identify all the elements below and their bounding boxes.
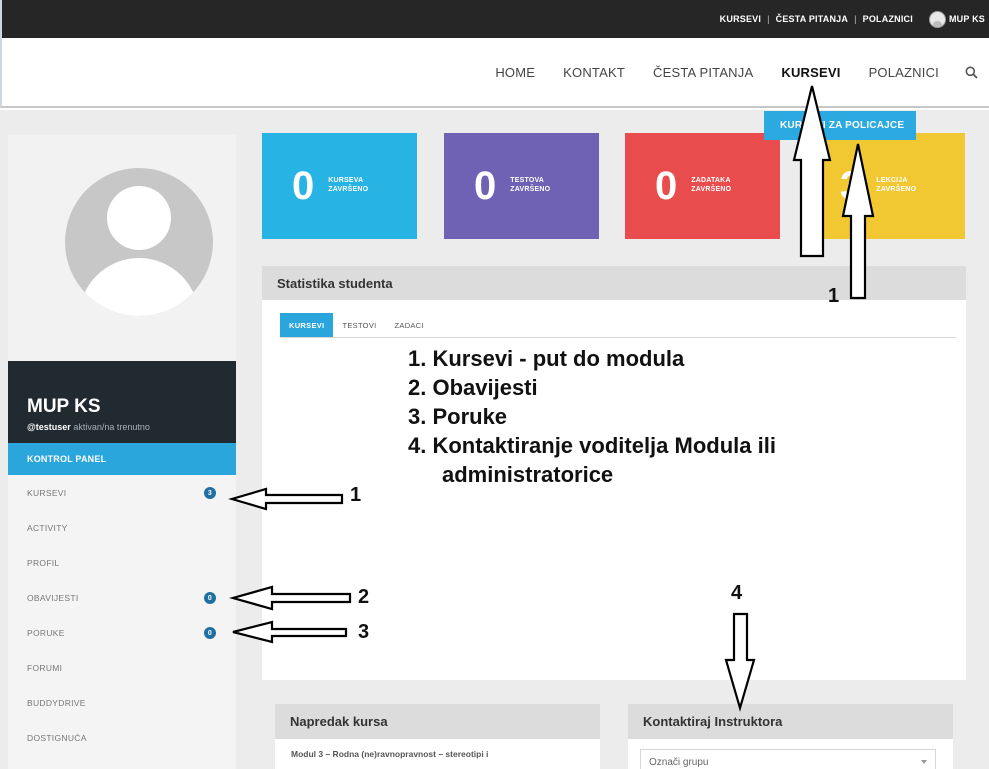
nav-cesta-pitanja[interactable]: ČESTA PITANJA xyxy=(639,65,767,80)
nav-kursevi[interactable]: KURSEVI xyxy=(767,65,854,80)
sidebar-item-poruke[interactable]: PORUKE 0 xyxy=(8,615,236,650)
legend-line: administratorice xyxy=(442,462,614,487)
progress-panel-title: Napredak kursa xyxy=(275,704,600,739)
tab-zadaci[interactable]: ZADACI xyxy=(386,313,433,337)
legend-line: 4. Kontaktiranje voditelja Modula ili xyxy=(408,433,776,458)
stat-number: 0 xyxy=(474,164,497,208)
stat-label-line: ZAVRŠENO xyxy=(691,186,732,193)
site-header: HOME KONTAKT ČESTA PITANJA KURSEVI POLAZ… xyxy=(0,38,989,108)
stat-number: 3 xyxy=(840,164,863,208)
count-badge: 3 xyxy=(204,487,216,499)
stat-number: 0 xyxy=(292,164,315,208)
nav-kontakt[interactable]: KONTAKT xyxy=(549,65,639,80)
top-links: KURSEVI | ČESTA PITANJA | POLAZNICI MUP … xyxy=(714,0,985,38)
tab-testovi[interactable]: TESTOVI xyxy=(333,313,385,337)
group-select[interactable]: Označi grupu xyxy=(640,749,936,769)
profile-name-box: MUP KS @testuser aktivan/na trenutno xyxy=(8,361,236,443)
nav-home[interactable]: HOME xyxy=(481,65,549,80)
sidebar-item-profil[interactable]: PROFIL xyxy=(8,545,236,580)
stat-label: TESTOVA ZAVRŠENO xyxy=(510,177,550,195)
legend-line: 2. Obavijesti xyxy=(408,375,538,400)
sidebar-item-label: OBAVIJESTI xyxy=(27,592,79,603)
stat-label: LEKCIJA ZAVRŠENO xyxy=(876,177,916,195)
annotation-legend: 1. Kursevi - put do modula 2. Obavijesti… xyxy=(408,344,776,489)
stat-label-line: TESTOVA xyxy=(510,177,545,185)
nav-polaznici[interactable]: POLAZNICI xyxy=(855,65,953,80)
stat-card-zadaci: 0 ZADATAKA ZAVRŠENO xyxy=(625,133,780,239)
sidebar-item-label: PROFIL xyxy=(27,557,60,568)
user-menu[interactable]: MUP KS xyxy=(919,10,985,28)
main-nav: HOME KONTAKT ČESTA PITANJA KURSEVI POLAZ… xyxy=(481,38,989,106)
stat-label: ZADATAKA ZAVRŠENO xyxy=(691,177,731,195)
sidebar-item-label: DOSTIGNUĆA xyxy=(27,732,87,743)
stat-label-line: LEKCIJA xyxy=(876,177,908,185)
annotation-number: 4 xyxy=(731,582,743,604)
sidebar-item-activity[interactable]: ACTIVITY xyxy=(8,510,236,545)
dropdown-item-kursevi-za-policajce[interactable]: KURSEVI ZA POLICAJCE xyxy=(764,111,916,140)
sidebar-item-kursevi[interactable]: KURSEVI 3 xyxy=(8,475,236,510)
annotation-number: 2 xyxy=(358,586,370,608)
stat-card-lekcije: 3 LEKCIJA ZAVRŠENO xyxy=(810,133,965,239)
user-avatar-icon xyxy=(928,10,946,28)
stat-card-testovi: 0 TESTOVA ZAVRŠENO xyxy=(444,133,599,239)
course-progress-item[interactable]: Modul 3 – Rodna (ne)ravnopravnost – ster… xyxy=(291,749,488,759)
profile-status-text: aktivan/na trenutno xyxy=(73,422,150,432)
top-link-cesta-pitanja[interactable]: ČESTA PITANJA xyxy=(770,14,854,24)
legend-line: 1. Kursevi - put do modula xyxy=(408,346,685,371)
profile-name: MUP KS xyxy=(27,396,101,417)
chevron-down-icon xyxy=(921,760,927,764)
sidebar-item-kontrol-panel[interactable]: KONTROL PANEL xyxy=(8,443,236,475)
contact-panel-title: Kontaktiraj Instruktora xyxy=(628,704,953,739)
avatar-head xyxy=(107,186,171,250)
sidebar-item-forumi[interactable]: FORUMI xyxy=(8,650,236,685)
avatar-body xyxy=(79,258,199,316)
sidebar-item-buddydrive[interactable]: BUDDYDRIVE xyxy=(8,685,236,720)
stat-label-line: ZAVRŠENO xyxy=(510,186,551,193)
statistics-title: Statistika studenta xyxy=(262,266,966,300)
annotation-number: 3 xyxy=(358,621,370,643)
top-link-kursevi[interactable]: KURSEVI xyxy=(714,14,767,24)
count-badge: 0 xyxy=(204,592,216,604)
sidebar-menu: KURSEVI 3 ACTIVITY PROFIL OBAVIJESTI 0 POR… xyxy=(8,475,236,755)
stat-label-line: ZADATAKA xyxy=(691,177,731,185)
sidebar-item-dostignuca[interactable]: DOSTIGNUĆA xyxy=(8,720,236,755)
stat-label: KURSEVA ZAVRŠENO xyxy=(328,177,368,195)
sidebar-item-label: ACTIVITY xyxy=(27,522,68,533)
top-link-polaznici[interactable]: POLAZNICI xyxy=(857,14,919,24)
user-name: MUP KS xyxy=(948,14,985,24)
tab-kursevi[interactable]: KURSEVI xyxy=(280,313,334,337)
sidebar-item-label: PORUKE xyxy=(27,627,65,638)
profile-username[interactable]: @testuser xyxy=(27,422,71,432)
sidebar-item-label: FORUMI xyxy=(27,662,63,673)
avatar[interactable] xyxy=(65,168,213,316)
progress-panel: Modul 3 – Rodna (ne)ravnopravnost – ster… xyxy=(275,739,600,769)
contact-panel: Označi grupu xyxy=(628,739,953,769)
legend-line: 3. Poruke xyxy=(408,404,508,429)
sidebar-item-label: KURSEVI xyxy=(27,487,67,498)
group-select-value: Označi grupu xyxy=(649,756,709,768)
annotation-number: 1 xyxy=(350,484,362,506)
sidebar-item-label: BUDDYDRIVE xyxy=(27,697,86,708)
profile-photo-area xyxy=(8,135,236,361)
stat-card-kursevi: 0 KURSEVA ZAVRŠENO xyxy=(262,133,417,239)
top-bar: KURSEVI | ČESTA PITANJA | POLAZNICI MUP … xyxy=(0,0,989,38)
sidebar-item-obavijesti[interactable]: OBAVIJESTI 0 xyxy=(8,580,236,615)
stat-label-line: KURSEVA xyxy=(328,177,364,185)
profile-status: @testuser aktivan/na trenutno xyxy=(27,422,150,432)
sidebar: MUP KS @testuser aktivan/na trenutno KON… xyxy=(8,135,236,769)
count-badge: 0 xyxy=(204,627,216,639)
statistics-tabs: KURSEVI TESTOVI ZADACI xyxy=(280,313,433,337)
annotation-number: 1 xyxy=(828,285,840,307)
stat-number: 0 xyxy=(655,164,678,208)
stat-label-line: ZAVRŠENO xyxy=(876,186,917,193)
tab-divider xyxy=(280,337,956,338)
search-icon[interactable] xyxy=(953,57,989,87)
stat-label-line: ZAVRŠENO xyxy=(328,186,369,193)
